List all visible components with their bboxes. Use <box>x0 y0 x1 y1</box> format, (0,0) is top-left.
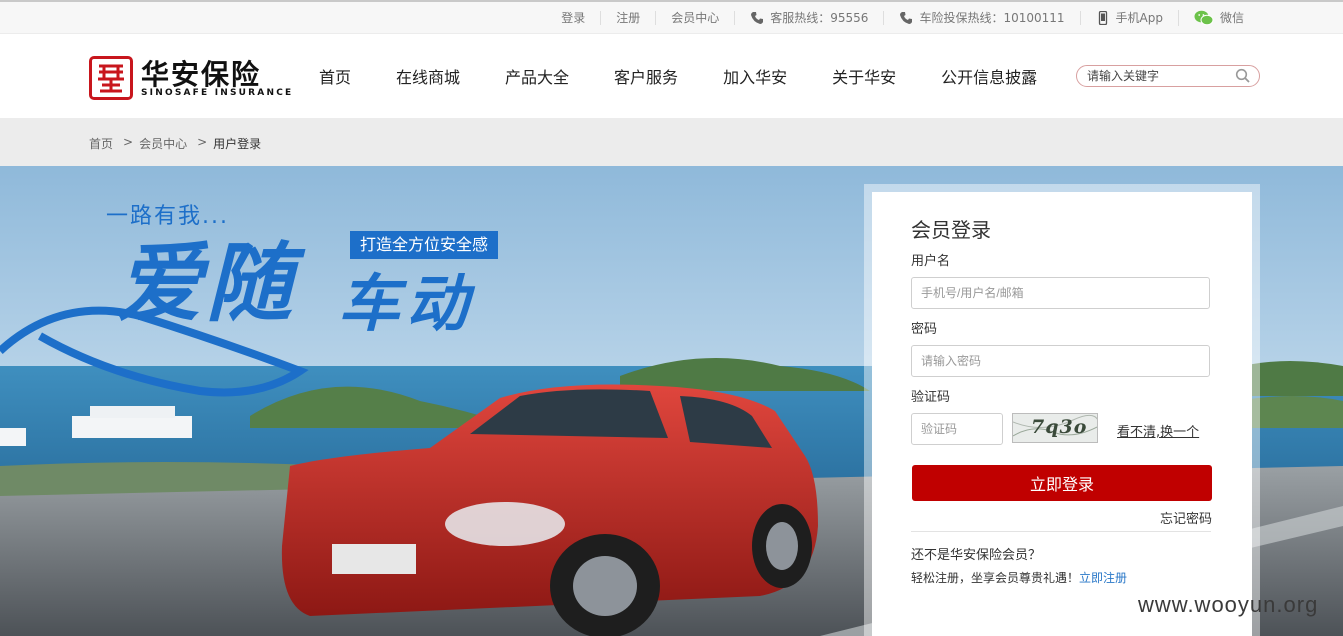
top-login-label: 登录 <box>561 11 586 25</box>
top-register-link[interactable]: 注册 <box>600 11 655 25</box>
watermark: www.wooyun.org <box>1138 592 1319 617</box>
nav-item-join[interactable]: 加入华安 <box>723 64 787 88</box>
wechat-link[interactable]: 微信 <box>1177 10 1259 26</box>
nav-item-online-mall[interactable]: 在线商城 <box>396 64 460 88</box>
logo-name-en: SINOSAFE INSURANCE <box>141 88 294 98</box>
refresh-captcha-link[interactable]: 看不清,换一个 <box>1117 421 1199 440</box>
breadcrumb-member-center[interactable]: 会员中心 <box>139 135 187 152</box>
wechat-icon <box>1194 10 1214 26</box>
password-input[interactable] <box>912 346 1209 376</box>
register-prompt-text: 轻松注册，坐享会员尊贵礼遇！ <box>911 571 1080 585</box>
search-box <box>1076 65 1260 87</box>
main-nav: 首页 在线商城 产品大全 客户服务 加入华安 关于华安 公开信息披露 <box>296 34 1037 118</box>
breadcrumb-bar: 首页 > 会员中心 > 用户登录 <box>0 118 1343 166</box>
mobile-phone-icon <box>1098 11 1107 25</box>
sinosafe-logo-icon <box>89 56 133 100</box>
nav-item-disclosure[interactable]: 公开信息披露 <box>941 64 1037 88</box>
nav-item-about[interactable]: 关于华安 <box>832 64 896 88</box>
username-input[interactable] <box>912 278 1209 308</box>
register-prompt: 轻松注册，坐享会员尊贵礼遇！立即注册 <box>911 569 1127 586</box>
username-label: 用户名 <box>911 254 951 269</box>
top-login-link[interactable]: 登录 <box>546 11 600 25</box>
search-icon[interactable] <box>1235 68 1251 84</box>
logo[interactable]: 华安保险 SINOSAFE INSURANCE <box>89 56 291 102</box>
top-register-label: 注册 <box>616 11 641 25</box>
slogan-tag: 打造全方位安全感 <box>350 231 499 259</box>
captcha-text: 7q3o <box>1031 416 1088 438</box>
captcha-field <box>911 413 1003 445</box>
password-field <box>911 345 1210 377</box>
login-title: 会员登录 <box>911 218 991 242</box>
breadcrumb-separator: > <box>197 135 208 149</box>
service-hotline: 客服热线：95556 <box>734 11 883 25</box>
login-divider <box>911 531 1211 532</box>
top-member-center-link[interactable]: 会员中心 <box>655 11 734 25</box>
breadcrumb: 首页 > 会员中心 > 用户登录 <box>89 135 261 152</box>
car-hotline-text: 车险投保热线：10100111 <box>919 11 1065 25</box>
nav-item-home[interactable]: 首页 <box>319 64 351 88</box>
top-member-center-label: 会员中心 <box>671 11 720 25</box>
captcha-image[interactable]: 7q3o <box>1012 413 1098 443</box>
login-submit-button[interactable]: 立即登录 <box>912 465 1212 501</box>
slogan-big1: 爱随 <box>116 234 296 334</box>
register-link[interactable]: 立即注册 <box>1079 571 1127 585</box>
mobile-app-label: 手机App <box>1115 11 1163 25</box>
nav-item-products[interactable]: 产品大全 <box>505 64 569 88</box>
not-member-text: 还不是华安保险会员？ <box>911 548 1042 563</box>
top-utility-bar: 登录 注册 会员中心 客服热线：95556 车险投保热线：10100111 手机… <box>0 0 1343 34</box>
top-links: 登录 注册 会员中心 客服热线：95556 车险投保热线：10100111 手机… <box>546 2 1259 34</box>
captcha-label: 验证码 <box>911 390 951 405</box>
breadcrumb-current: 用户登录 <box>213 137 262 151</box>
slogan-line1: 一路有我... <box>106 204 229 229</box>
mobile-app-link[interactable]: 手机App <box>1079 11 1178 25</box>
service-hotline-text: 客服热线：95556 <box>770 11 869 25</box>
wechat-label: 微信 <box>1219 11 1244 25</box>
slogan-big2: 车动 <box>338 267 475 340</box>
search-input[interactable] <box>1087 68 1227 84</box>
breadcrumb-separator: > <box>123 135 134 149</box>
phone-icon <box>900 12 913 24</box>
username-field <box>911 277 1210 309</box>
captcha-input[interactable] <box>912 414 1002 444</box>
car-hotline: 车险投保热线：10100111 <box>883 11 1079 25</box>
breadcrumb-home[interactable]: 首页 <box>89 135 113 152</box>
nav-item-customer-service[interactable]: 客户服务 <box>614 64 678 88</box>
logo-name-cn: 华安保险 <box>141 58 262 91</box>
forgot-password-link[interactable]: 忘记密码 <box>1160 508 1212 527</box>
phone-icon <box>751 12 764 24</box>
password-label: 密码 <box>911 322 938 337</box>
site-header: 华安保险 SINOSAFE INSURANCE 首页 在线商城 产品大全 客户服… <box>0 34 1343 118</box>
login-card: 会员登录 用户名 密码 验证码 7q3o 看不清,换一个 立即登录 忘记密码 还… <box>872 192 1252 636</box>
